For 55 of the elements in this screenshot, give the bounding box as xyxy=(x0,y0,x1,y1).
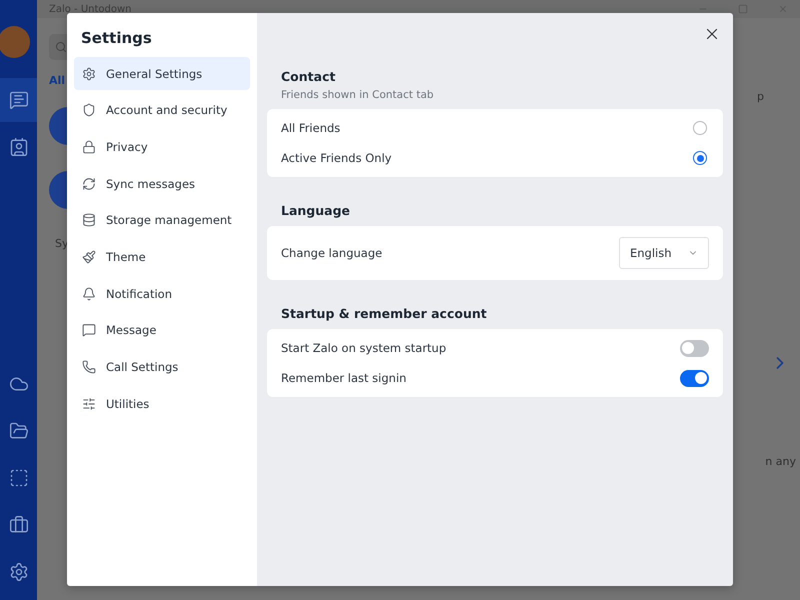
phone-icon xyxy=(82,360,96,374)
menu-item[interactable]: Theme xyxy=(74,240,250,274)
bell-icon xyxy=(82,286,96,301)
menu-item[interactable]: Privacy xyxy=(74,130,250,164)
menu-item[interactable]: General Settings xyxy=(74,57,250,90)
menu-item[interactable]: Storage management xyxy=(74,204,250,237)
sliders-icon xyxy=(82,396,96,411)
option-label: All Friends xyxy=(281,121,340,135)
menu-item[interactable]: Call Settings xyxy=(74,350,250,384)
gear-icon xyxy=(82,66,96,80)
radio-button[interactable] xyxy=(693,121,707,135)
section-subtitle: Friends shown in Contact tab xyxy=(281,89,435,101)
side-text: p xyxy=(757,90,765,103)
folder-icon xyxy=(8,421,28,441)
brush-icon xyxy=(82,250,96,264)
briefcase-icon xyxy=(8,515,28,535)
menu-label: Utilities xyxy=(106,396,150,411)
settings-icon xyxy=(8,562,28,582)
menu-item[interactable]: Notification xyxy=(74,277,250,310)
menu-label: Call Settings xyxy=(106,360,178,374)
radio-button[interactable] xyxy=(693,151,707,165)
option-label: Start Zalo on system startup xyxy=(281,341,446,355)
menu-label: Account and security xyxy=(106,103,228,118)
section-title: Startup & remember account xyxy=(281,306,488,321)
menu-label: General Settings xyxy=(106,66,202,80)
menu-item[interactable]: Message xyxy=(74,314,250,347)
option-label: Active Friends Only xyxy=(281,151,392,165)
chat-bubble-icon xyxy=(82,323,96,338)
database-icon xyxy=(82,213,96,228)
screenshot-icon xyxy=(8,468,28,488)
menu-label: Sync messages xyxy=(106,176,196,191)
shield-icon xyxy=(82,103,96,118)
menu-item[interactable]: Sync messages xyxy=(74,167,250,200)
toggle-switch[interactable] xyxy=(680,340,709,356)
option-label: Change language xyxy=(281,246,382,260)
section-title: Language xyxy=(281,203,352,218)
menu-label: Message xyxy=(106,323,156,338)
lock-icon xyxy=(82,140,96,154)
chat-button[interactable] xyxy=(0,78,37,122)
language-dropdown[interactable]: English xyxy=(619,237,709,269)
side-text: n any xyxy=(765,455,797,468)
dialog-title: Settings xyxy=(81,29,153,47)
toggle-switch[interactable] xyxy=(680,370,709,386)
menu-label: Theme xyxy=(106,250,146,264)
sync-icon xyxy=(82,176,96,191)
search-icon xyxy=(55,41,67,53)
contacts-icon xyxy=(8,137,28,157)
menu-label: Privacy xyxy=(106,140,148,154)
menu-item[interactable]: Account and security xyxy=(74,94,250,127)
menu-item[interactable]: Utilities xyxy=(74,387,250,420)
menu-label: Storage management xyxy=(106,213,232,228)
menu-label: Notification xyxy=(106,286,172,301)
chat-icon xyxy=(8,90,28,110)
section-title: Contact xyxy=(281,69,336,84)
option-label: Remember last signin xyxy=(281,371,406,385)
